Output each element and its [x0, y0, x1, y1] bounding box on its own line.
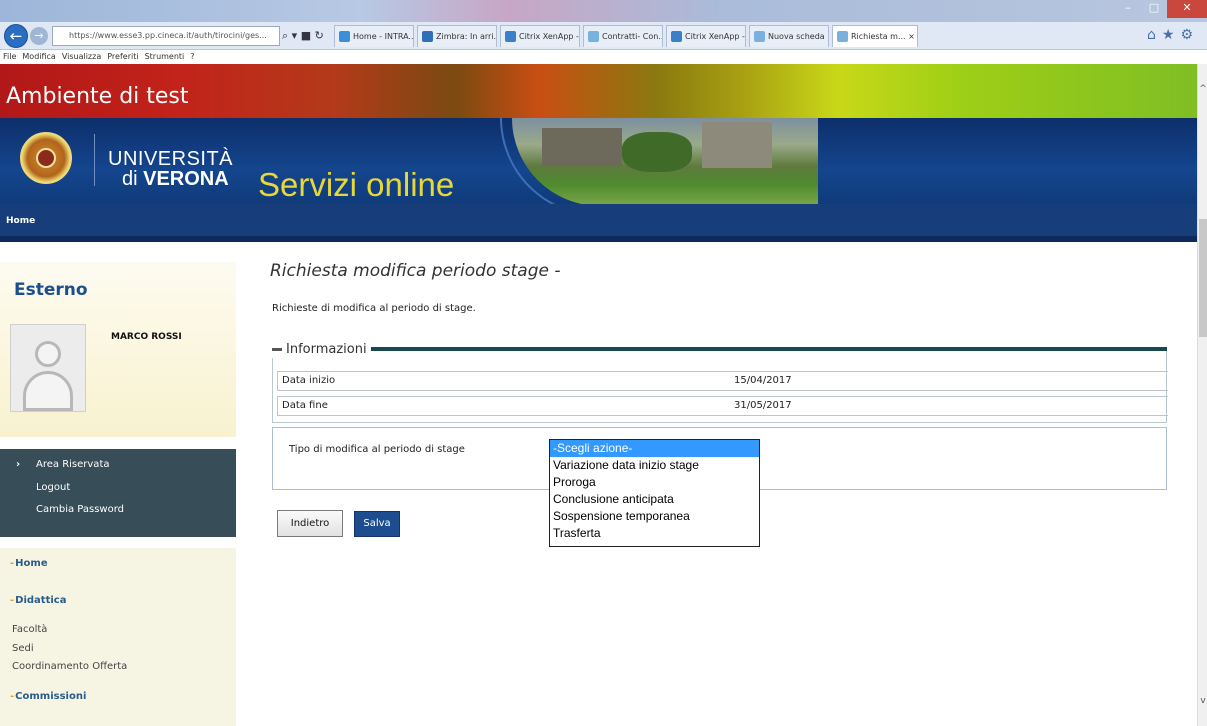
- tab-label: Richiesta m... ×: [851, 32, 915, 41]
- search-icon[interactable]: ⌕: [282, 29, 288, 42]
- tab-label: Nuova scheda: [768, 32, 825, 41]
- address-bar-icons: ⌕ ▾ ■ ↻: [282, 26, 324, 46]
- minimize-icon[interactable]: –: [1115, 0, 1141, 18]
- tab-favicon-icon: [339, 31, 350, 42]
- bullet-dash-icon: -: [10, 691, 15, 702]
- browser-tab[interactable]: Contratti- Con...: [583, 25, 663, 47]
- maximize-icon[interactable]: □: [1141, 0, 1167, 18]
- sidebar-menu: -Home -Didattica Facoltà Sedi Coordiname…: [0, 548, 236, 726]
- browser-tab[interactable]: Home - INTRA...: [334, 25, 414, 47]
- browser-menubar: File Modifica Visualizza Preferiti Strumenti…: [0, 50, 1207, 64]
- tab-favicon-icon: [837, 31, 848, 42]
- area-riservata-link[interactable]: Area Riservata: [36, 459, 110, 470]
- university-name-line2: di VERONA: [122, 168, 229, 190]
- logout-link[interactable]: Logout: [36, 482, 70, 493]
- info-row-data-inizio: Data inizio 15/04/2017: [277, 371, 1168, 391]
- account-menu: › Area Riservata Logout Cambia Password: [0, 449, 236, 537]
- user-panel: Esterno MARCO ROSSI: [0, 262, 236, 437]
- dropdown-option[interactable]: Trasferta: [550, 525, 759, 542]
- browser-tabs: Home - INTRA... Zimbra: In arri... Citrix …: [334, 25, 921, 47]
- home-icon[interactable]: ⌂: [1147, 27, 1162, 43]
- tab-favicon-icon: [588, 31, 599, 42]
- environment-banner: Ambiente di test: [0, 64, 1197, 118]
- tipo-modifica-dropdown[interactable]: -Scegli azione- Variazione data inizio st…: [549, 439, 760, 547]
- menubar-item[interactable]: Preferiti: [107, 52, 138, 61]
- browser-navbar: ← → https://www.esse3.pp.cineca.it/auth/…: [0, 22, 1207, 50]
- page-description: Richieste di modifica al periodo di stag…: [272, 303, 476, 314]
- sidebar-item-sedi[interactable]: Sedi: [12, 643, 34, 654]
- info-section-title: Informazioni: [272, 340, 371, 358]
- info-section: Data inizio 15/04/2017 Data fine 31/05/2…: [272, 351, 1168, 423]
- info-value: 15/04/2017: [734, 375, 792, 386]
- window-controls: – □ ✕: [1115, 0, 1207, 18]
- scroll-up-icon[interactable]: ^: [1198, 84, 1207, 96]
- dropdown-option[interactable]: Sospensione temporanea: [550, 508, 759, 525]
- info-value: 31/05/2017: [734, 400, 792, 411]
- tab-label: Citrix XenApp - ...: [685, 32, 745, 41]
- browser-toolbar-icons: ⌂★⚙: [1147, 27, 1199, 43]
- tab-label: Contratti- Con...: [602, 32, 663, 41]
- sidebar-item-commissioni[interactable]: -Commissioni: [10, 691, 86, 702]
- info-label: Data fine: [282, 400, 328, 411]
- lock-icon: ▾ ■: [291, 29, 312, 42]
- dropdown-option[interactable]: Variazione data inizio stage: [550, 457, 759, 474]
- user-name: MARCO ROSSI: [111, 332, 182, 342]
- change-password-link[interactable]: Cambia Password: [36, 504, 124, 515]
- info-label: Data inizio: [282, 375, 336, 386]
- browser-tab[interactable]: Zimbra: In arri...: [417, 25, 497, 47]
- tab-label: Home - INTRA...: [353, 32, 414, 41]
- menubar-item[interactable]: Modifica: [22, 52, 55, 61]
- refresh-icon[interactable]: ↻: [315, 29, 324, 42]
- scrollbar-thumb[interactable]: [1199, 219, 1207, 337]
- tab-favicon-icon: [671, 31, 682, 42]
- browser-tab[interactable]: Citrix XenApp - ...: [500, 25, 580, 47]
- home-link[interactable]: Home: [6, 216, 35, 226]
- menubar-item[interactable]: Strumenti: [145, 52, 185, 61]
- sidebar-item-coordinamento-offerta[interactable]: Coordinamento Offerta: [12, 661, 127, 672]
- menubar-item[interactable]: Visualizza: [62, 52, 101, 61]
- logo-divider: [94, 134, 95, 186]
- page-title: Richiesta modifica periodo stage -: [270, 261, 561, 281]
- menubar-item[interactable]: ?: [190, 52, 194, 61]
- browser-tab[interactable]: Richiesta m... ×: [832, 25, 918, 47]
- environment-title: Ambiente di test: [6, 84, 189, 109]
- info-row-data-fine: Data fine 31/05/2017: [277, 396, 1168, 416]
- service-title: Servizi online: [258, 166, 455, 203]
- tab-favicon-icon: [422, 31, 433, 42]
- university-banner: UNIVERSITÀ di VERONA Servizi online: [0, 118, 1197, 216]
- browser-tab[interactable]: Citrix XenApp - ...: [666, 25, 746, 47]
- back-button[interactable]: Indietro: [277, 510, 343, 537]
- dropdown-option[interactable]: Proroga: [550, 474, 759, 491]
- campus-photo: [512, 118, 818, 206]
- bullet-dash-icon: -: [10, 595, 15, 606]
- forward-arrow-icon[interactable]: →: [30, 27, 48, 45]
- page-scrollbar[interactable]: ^ v: [1197, 64, 1207, 726]
- window-titlebar: – □ ✕: [0, 0, 1207, 22]
- browser-tab[interactable]: Nuova scheda: [749, 25, 829, 47]
- dropdown-option[interactable]: -Scegli azione-: [550, 440, 759, 457]
- sidebar-item-home[interactable]: -Home: [10, 558, 48, 569]
- sidebar-item-facolta[interactable]: Facoltà: [12, 624, 47, 635]
- bullet-dash-icon: -: [10, 558, 15, 569]
- tab-label: Citrix XenApp - ...: [519, 32, 579, 41]
- tipo-modifica-label: Tipo di modifica al periodo di stage: [289, 444, 465, 455]
- chevron-right-icon: ›: [16, 459, 21, 470]
- scroll-down-icon[interactable]: v: [1198, 696, 1207, 708]
- user-role-title: Esterno: [14, 280, 88, 300]
- gear-icon[interactable]: ⚙: [1180, 27, 1199, 43]
- sidebar-item-didattica[interactable]: -Didattica: [10, 595, 66, 606]
- back-arrow-icon[interactable]: ←: [4, 24, 28, 48]
- dropdown-option[interactable]: Conclusione anticipata: [550, 491, 759, 508]
- save-button[interactable]: Salva: [354, 511, 400, 537]
- top-nav-bar: Home: [0, 204, 1197, 242]
- close-icon[interactable]: ✕: [1167, 0, 1207, 18]
- address-bar[interactable]: https://www.esse3.pp.cineca.it/auth/tiro…: [52, 26, 280, 46]
- university-seal-logo[interactable]: [20, 132, 72, 184]
- tab-label: Zimbra: In arri...: [436, 32, 497, 41]
- menubar-item[interactable]: File: [3, 52, 16, 61]
- tab-favicon-icon: [754, 31, 765, 42]
- favorites-star-icon[interactable]: ★: [1162, 27, 1181, 43]
- tab-favicon-icon: [505, 31, 516, 42]
- avatar: [10, 324, 86, 412]
